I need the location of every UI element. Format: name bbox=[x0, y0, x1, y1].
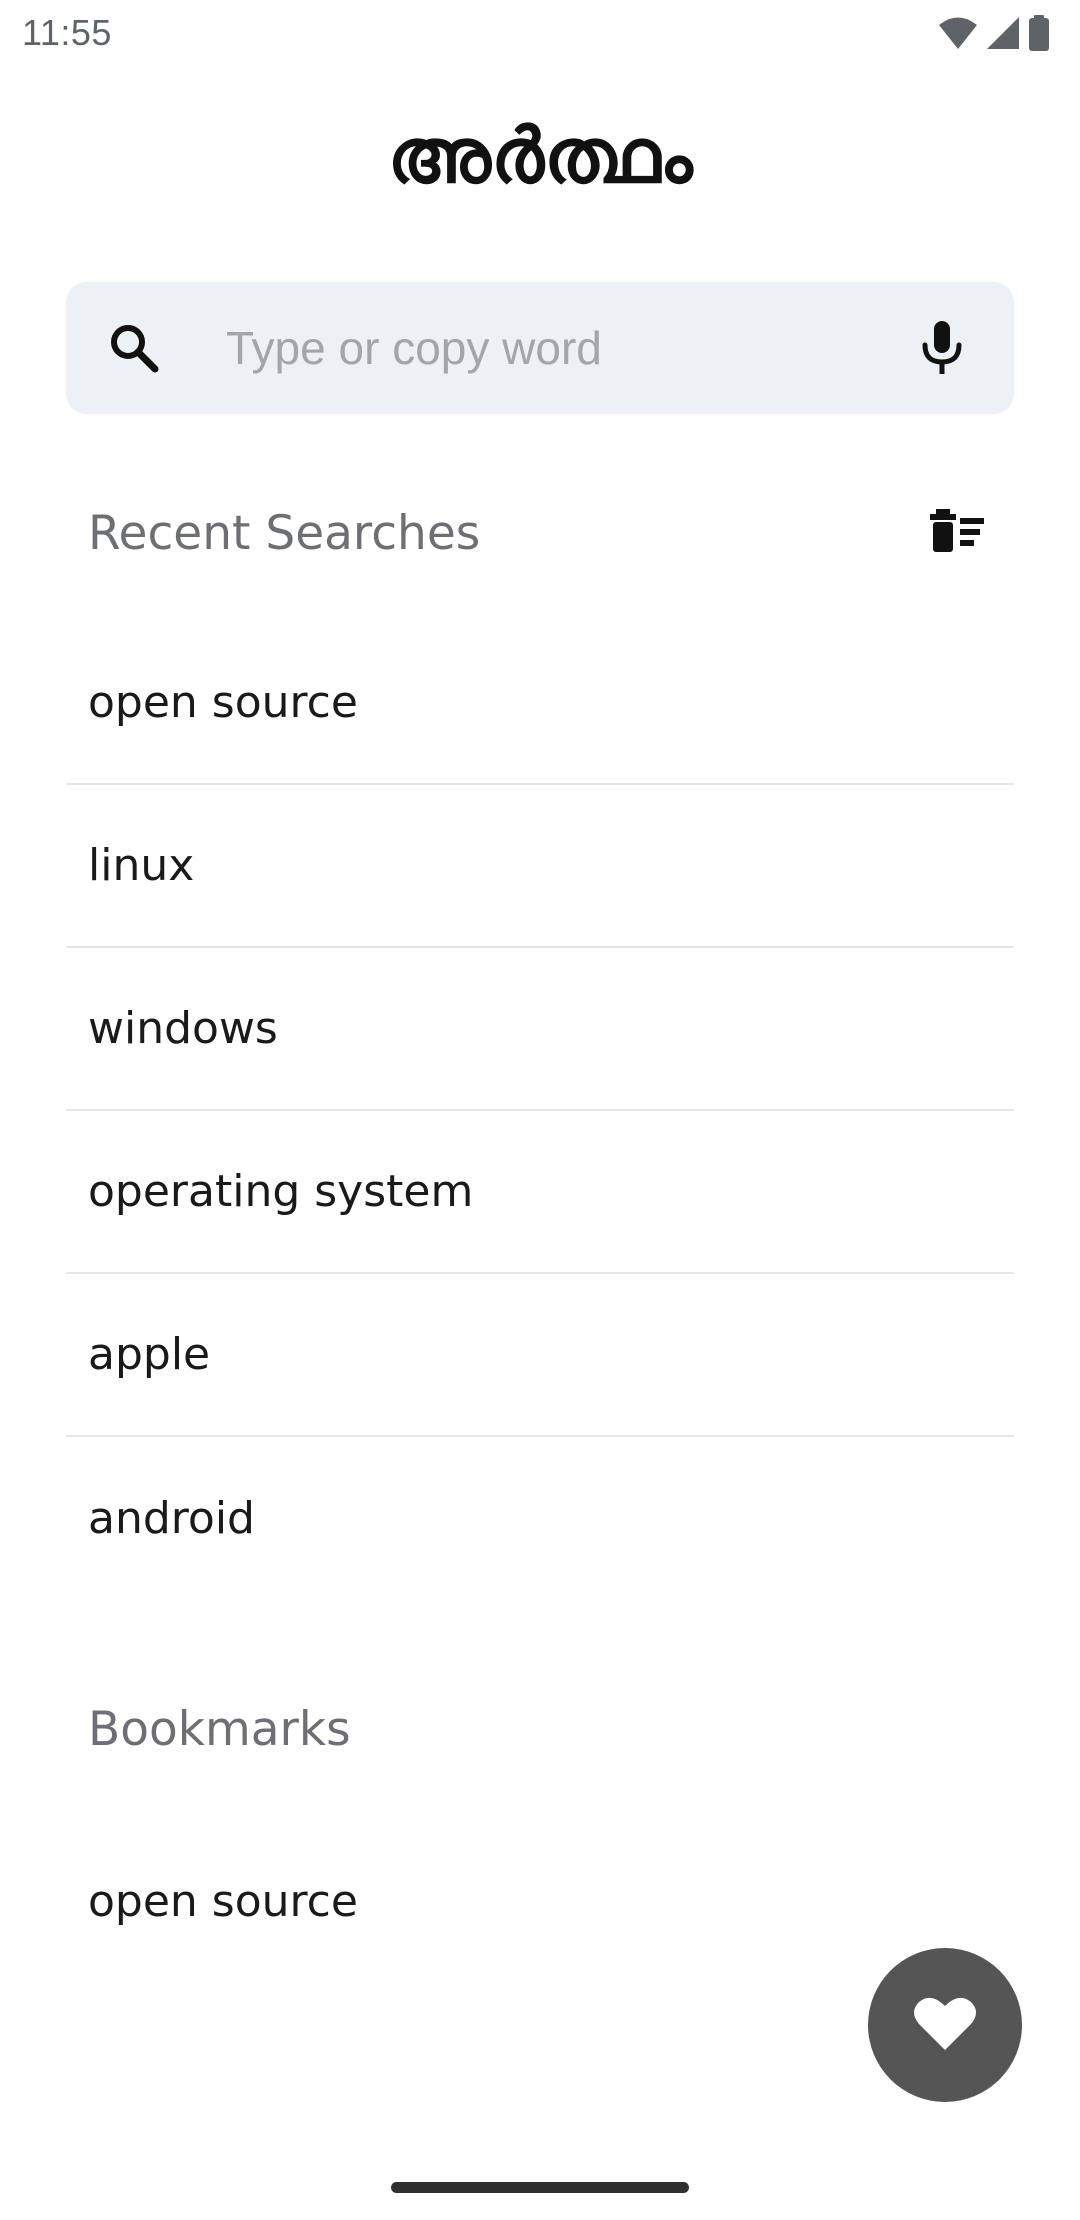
bookmarks-heading: Bookmarks bbox=[88, 1702, 351, 1757]
cell-signal-icon bbox=[986, 16, 1020, 50]
app-screen: 11:55 അർത്ഥം Type or copy word Recent Se… bbox=[0, 0, 1080, 2220]
search-input[interactable] bbox=[226, 310, 906, 386]
status-time: 11:55 bbox=[22, 12, 112, 53]
search-icon[interactable] bbox=[108, 322, 160, 374]
wifi-icon bbox=[938, 16, 978, 50]
list-item[interactable]: apple bbox=[66, 1274, 1014, 1437]
bookmarks-list: open source bbox=[66, 1820, 1014, 1983]
bookmarks-fab-button[interactable] bbox=[868, 1948, 1022, 2102]
recent-searches-heading: Recent Searches bbox=[88, 506, 481, 561]
status-bar: 11:55 bbox=[0, 0, 1080, 66]
bookmark-item[interactable]: open source bbox=[66, 1820, 1014, 1983]
mic-icon[interactable] bbox=[912, 318, 972, 378]
heart-icon bbox=[913, 1994, 977, 2056]
battery-icon bbox=[1028, 15, 1050, 51]
list-item[interactable]: windows bbox=[66, 948, 1014, 1111]
app-title: അർത്ഥം bbox=[387, 111, 693, 200]
list-item[interactable]: operating system bbox=[66, 1111, 1014, 1274]
list-item[interactable]: linux bbox=[66, 785, 1014, 948]
search-bar[interactable] bbox=[66, 282, 1014, 414]
list-item[interactable]: open source bbox=[66, 622, 1014, 785]
status-icons bbox=[938, 15, 1050, 51]
navigation-gesture-bar[interactable] bbox=[391, 2182, 689, 2193]
list-item[interactable]: android bbox=[66, 1437, 1014, 1600]
recent-searches-list: open source linux windows operating syst… bbox=[66, 622, 1014, 1600]
clear-history-icon[interactable] bbox=[926, 504, 992, 570]
